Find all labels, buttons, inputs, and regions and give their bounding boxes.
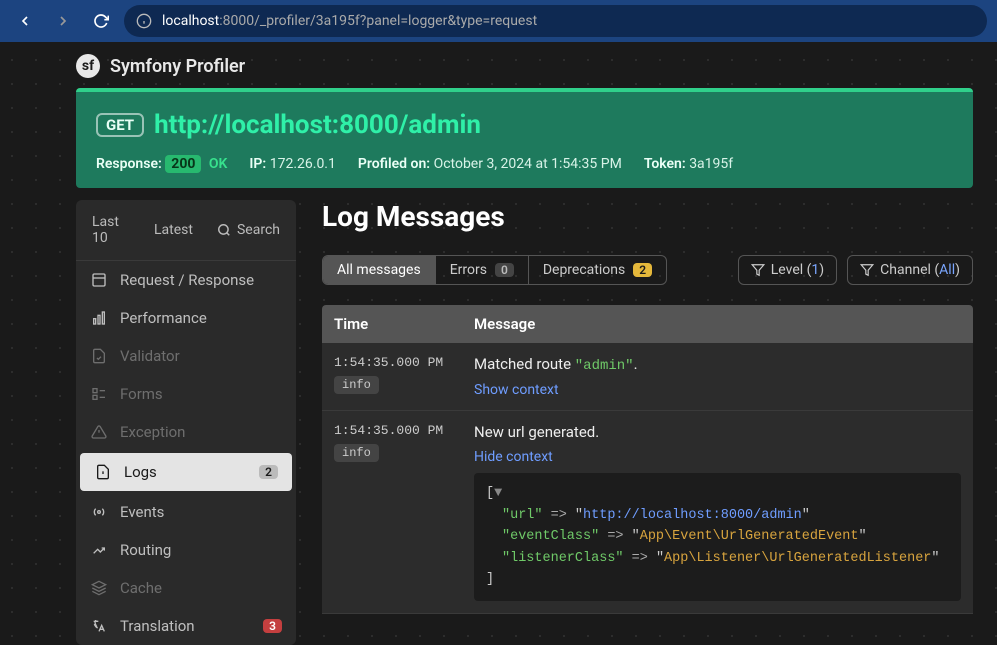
reload-button[interactable] [86,6,116,36]
log-message: Matched route "admin". [474,355,961,374]
status-code-badge: 200 [165,155,201,173]
translation-count-badge: 3 [263,619,282,633]
back-button[interactable] [10,6,40,36]
page-title: Log Messages [322,200,973,233]
brand-title: Symfony Profiler [110,56,245,77]
sidebar-item-validator[interactable]: Validator [76,337,296,375]
sidebar-item-translation[interactable]: Translation 3 [76,607,296,645]
forward-button[interactable] [48,6,78,36]
tab-all-messages[interactable]: All messages [323,256,436,284]
warning-icon [90,424,108,440]
token-meta: Token: 3a195f [644,156,733,172]
sidebar-item-forms[interactable]: Forms [76,375,296,413]
col-time: Time [334,315,474,333]
forms-icon [90,386,108,402]
sidebar-item-exception[interactable]: Exception [76,413,296,451]
layers-icon [90,580,108,596]
address-bar[interactable]: localhost:8000/_profiler/3a195f?panel=lo… [124,5,987,37]
sidebar-item-label: Validator [120,347,180,365]
log-table: Time Message 1:54:35.000 PM info Matched… [322,305,973,614]
tab-deprecations[interactable]: Deprecations 2 [529,256,666,284]
sidebar-item-events[interactable]: Events [76,493,296,531]
info-icon [136,13,152,29]
context-block: [▼ "url" => "http://localhost:8000/admin… [474,473,961,601]
sidebar-item-routing[interactable]: Routing [76,531,296,569]
sidebar-item-request[interactable]: Request / Response [76,261,296,299]
file-icon [94,464,112,480]
request-url[interactable]: http://localhost:8000/admin [154,110,481,140]
message-type-tabs: All messages Errors 0 Deprecations 2 [322,255,667,285]
col-message: Message [474,315,961,333]
log-row: 1:54:35.000 PM info New url generated. H… [322,411,973,614]
profiled-meta: Profiled on: October 3, 2024 at 1:54:35 … [358,156,622,172]
filter-level[interactable]: Level (1) [738,255,837,285]
sidebar-last-10[interactable]: Last 10 [82,208,140,252]
errors-count-badge: 0 [495,263,514,277]
log-level-badge: info [334,376,379,394]
sidebar-item-label: Performance [120,309,207,327]
deprecations-count-badge: 2 [633,263,652,277]
sidebar-item-label: Exception [120,423,185,441]
show-context-toggle[interactable]: Show context [474,382,559,398]
search-icon [217,223,231,237]
filter-icon [860,263,874,277]
sidebar-item-label: Logs [124,463,157,481]
sidebar-item-performance[interactable]: Performance [76,299,296,337]
translate-icon [90,618,108,634]
sidebar-item-logs[interactable]: Logs 2 [80,453,292,491]
log-row: 1:54:35.000 PM info Matched route "admin… [322,343,973,411]
log-timestamp: 1:54:35.000 PM [334,355,474,370]
sidebar-item-cache[interactable]: Cache [76,569,296,607]
tab-errors[interactable]: Errors 0 [436,256,529,284]
sidebar-item-label: Cache [120,579,162,597]
response-meta: Response: 200 OK [96,156,227,172]
sidebar-latest[interactable]: Latest [144,208,203,252]
route-icon [90,542,108,558]
sidebar: Last 10 Latest Search Request / Response… [76,200,296,645]
logs-count-badge: 2 [259,465,278,479]
layout-icon [90,272,108,288]
log-message: New url generated. [474,423,961,441]
sidebar-item-label: Events [120,503,164,521]
ip-meta: IP: 172.26.0.1 [249,156,335,172]
gauge-icon [90,310,108,326]
symfony-logo-icon: sf [76,54,100,78]
filter-channel[interactable]: Channel (All) [847,255,973,285]
sidebar-item-label: Routing [120,541,171,559]
sidebar-item-label: Request / Response [120,271,254,289]
hide-context-toggle[interactable]: Hide context [474,449,553,465]
broadcast-icon [90,504,108,520]
url-text: localhost:8000/_profiler/3a195f?panel=lo… [162,13,537,29]
sidebar-item-label: Forms [120,385,163,403]
check-doc-icon [90,348,108,364]
browser-toolbar: localhost:8000/_profiler/3a195f?panel=lo… [0,0,997,42]
filter-icon [751,263,765,277]
brand[interactable]: sf Symfony Profiler [76,54,973,78]
http-method-badge: GET [96,113,144,137]
context-url-link[interactable]: http://localhost:8000/admin [583,508,802,523]
log-level-badge: info [334,444,379,462]
sidebar-search[interactable]: Search [207,208,290,252]
request-header: GET http://localhost:8000/admin Response… [76,88,973,188]
log-timestamp: 1:54:35.000 PM [334,423,474,438]
sidebar-item-label: Translation [120,617,195,635]
content-area: Log Messages All messages Errors 0 Depre… [322,200,973,614]
